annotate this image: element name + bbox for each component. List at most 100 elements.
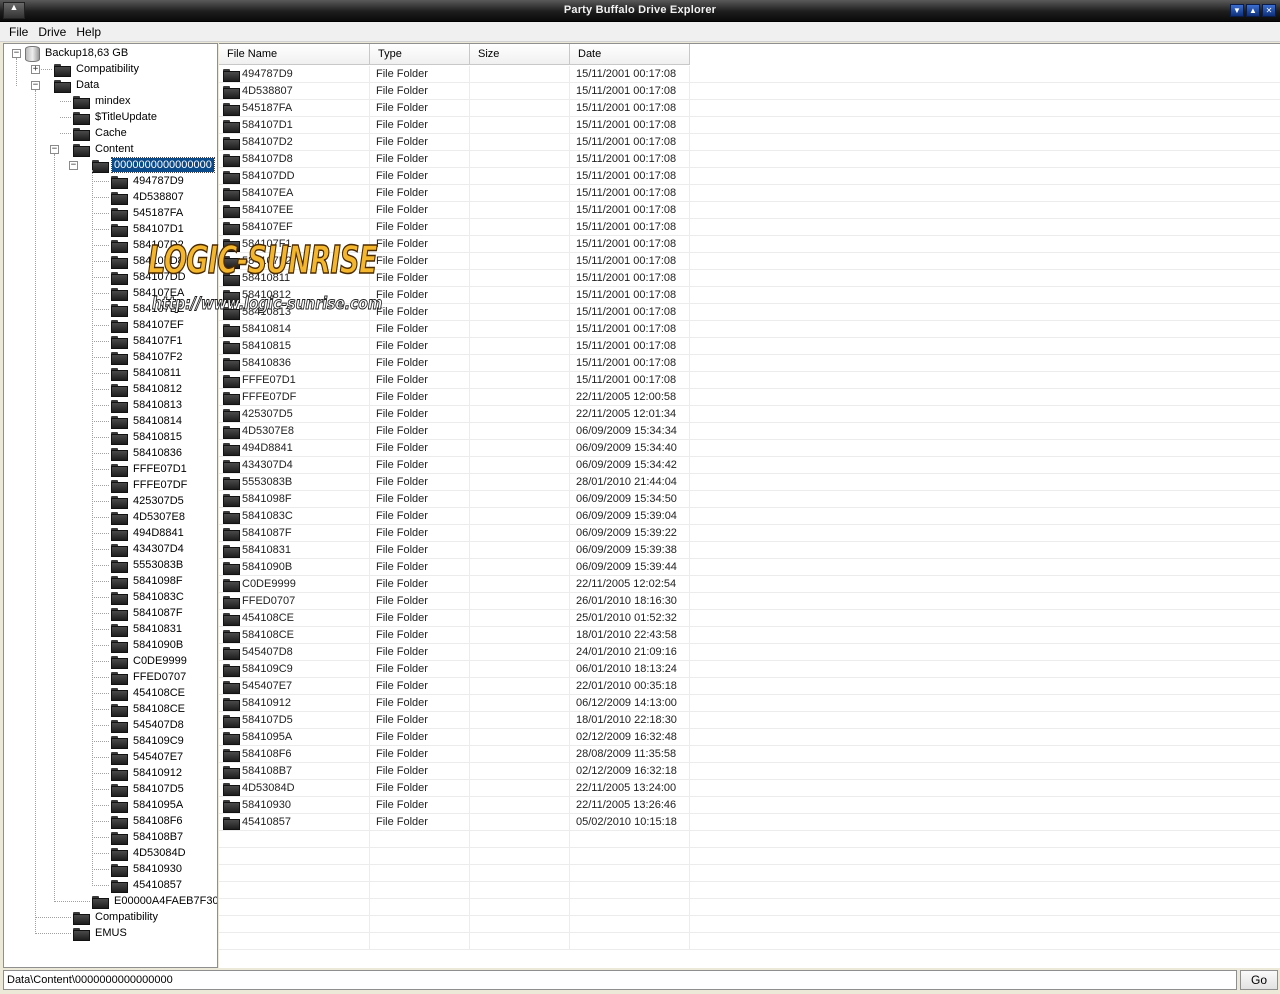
table-row[interactable]: 58410813 File Folder 15/11/2001 00:17:08 — [219, 304, 1280, 321]
tree-item-folder[interactable]: 545187FA — [111, 205, 185, 221]
path-input[interactable]: Data\Content\0000000000000000 — [3, 970, 1237, 990]
tree-item-drive[interactable]: Backup18,63 GB — [24, 45, 130, 62]
go-button[interactable]: Go — [1240, 970, 1278, 990]
tree-item-folder[interactable]: 584107D8 — [111, 253, 186, 269]
tree-item-folder[interactable]: 5841083C — [111, 589, 186, 605]
collapse-icon[interactable]: − — [31, 81, 40, 90]
collapse-icon[interactable]: − — [12, 49, 21, 58]
table-row[interactable]: 5841083C File Folder 06/09/2009 15:39:04 — [219, 508, 1280, 525]
tree-item-e00000a4faeb7f30[interactable]: E00000A4FAEB7F30 — [92, 893, 217, 909]
tree-item-folder[interactable]: 4D53084D — [111, 845, 188, 861]
tree-item-folder[interactable]: 4D5307E8 — [111, 509, 187, 525]
tree-item-folder[interactable]: C0DE9999 — [111, 653, 189, 669]
tree-item-folder[interactable]: 58410812 — [111, 381, 184, 397]
tree-item-folder[interactable]: 58410836 — [111, 445, 184, 461]
tree-item-folder[interactable]: 545407E7 — [111, 749, 185, 765]
tree-item-folder[interactable]: 584107EE — [111, 301, 186, 317]
table-row[interactable]: 494D8841 File Folder 06/09/2009 15:34:40 — [219, 440, 1280, 457]
collapse-icon[interactable]: − — [50, 145, 59, 154]
table-row[interactable]: 4D538807 File Folder 15/11/2001 00:17:08 — [219, 83, 1280, 100]
tree-item-compatibility[interactable]: Compatibility — [54, 61, 141, 77]
table-row[interactable]: FFED0707 File Folder 26/01/2010 18:16:30 — [219, 593, 1280, 610]
close-icon[interactable]: ✕ — [1262, 4, 1276, 17]
table-row[interactable]: 545407E7 File Folder 22/01/2010 00:35:18 — [219, 678, 1280, 695]
table-row[interactable]: 584107EF File Folder 15/11/2001 00:17:08 — [219, 219, 1280, 236]
table-row[interactable]: 584107D5 File Folder 18/01/2010 22:18:30 — [219, 712, 1280, 729]
table-row[interactable]: 584107EE File Folder 15/11/2001 00:17:08 — [219, 202, 1280, 219]
tree-item-folder[interactable]: 58410912 — [111, 765, 184, 781]
table-row[interactable]: 584108F6 File Folder 28/08/2009 11:35:58 — [219, 746, 1280, 763]
table-row[interactable]: 434307D4 File Folder 06/09/2009 15:34:42 — [219, 457, 1280, 474]
tree-item-compatibility-data[interactable]: Compatibility — [73, 909, 160, 925]
table-row[interactable]: 5553083B File Folder 28/01/2010 21:44:04 — [219, 474, 1280, 491]
table-row[interactable]: 584107F1 File Folder 15/11/2001 00:17:08 — [219, 236, 1280, 253]
table-row[interactable]: 5841098F File Folder 06/09/2009 15:34:50 — [219, 491, 1280, 508]
table-row[interactable]: 45410857 File Folder 05/02/2010 10:15:18 — [219, 814, 1280, 831]
tree-item-folder[interactable]: 5553083B — [111, 557, 185, 573]
tree-item-folder[interactable]: 584107F2 — [111, 349, 185, 365]
column-type[interactable]: Type — [370, 44, 470, 65]
table-row[interactable]: C0DE9999 File Folder 22/11/2005 12:02:54 — [219, 576, 1280, 593]
tree-item-folder[interactable]: 58410930 — [111, 861, 184, 877]
tree-item-folder[interactable]: 4D538807 — [111, 189, 186, 205]
table-row[interactable]: 58410912 File Folder 06/12/2009 14:13:00 — [219, 695, 1280, 712]
tree-item-folder[interactable]: 584107EF — [111, 317, 186, 333]
tree-item-folder[interactable]: 584107D1 — [111, 221, 186, 237]
table-row[interactable]: 584107D2 File Folder 15/11/2001 00:17:08 — [219, 134, 1280, 151]
table-row[interactable]: 58410815 File Folder 15/11/2001 00:17:08 — [219, 338, 1280, 355]
tree-item-content[interactable]: Content — [73, 141, 136, 157]
table-row[interactable]: 5841090B File Folder 06/09/2009 15:39:44 — [219, 559, 1280, 576]
table-row[interactable]: 4D5307E8 File Folder 06/09/2009 15:34:34 — [219, 423, 1280, 440]
table-row[interactable]: 584109C9 File Folder 06/01/2010 18:13:24 — [219, 661, 1280, 678]
tree-item-selected-title[interactable]: 0000000000000000 — [92, 157, 215, 173]
tree-item-folder[interactable]: 58410831 — [111, 621, 184, 637]
table-row[interactable]: 545407D8 File Folder 24/01/2010 21:09:16 — [219, 644, 1280, 661]
table-row[interactable]: 5841095A File Folder 02/12/2009 16:32:48 — [219, 729, 1280, 746]
tree-item-folder[interactable]: 584107D5 — [111, 781, 186, 797]
menu-drive[interactable]: Drive — [33, 25, 71, 39]
tree-item-folder[interactable]: 58410815 — [111, 429, 184, 445]
tree-item-folder[interactable]: 584107F1 — [111, 333, 185, 349]
menu-file[interactable]: File — [4, 25, 33, 39]
collapse-icon[interactable]: − — [69, 161, 78, 170]
expand-icon[interactable]: + — [31, 65, 40, 74]
tree-item-folder[interactable]: 584107EA — [111, 285, 186, 301]
table-row[interactable]: 494787D9 File Folder 15/11/2001 00:17:08 — [219, 66, 1280, 83]
tree-item-folder[interactable]: 45410857 — [111, 877, 184, 893]
tree-item-titleupdate[interactable]: $TitleUpdate — [73, 109, 159, 125]
tree-item-folder[interactable]: 494D8841 — [111, 525, 186, 541]
table-row[interactable]: 58410812 File Folder 15/11/2001 00:17:08 — [219, 287, 1280, 304]
table-row[interactable]: 584108CE File Folder 18/01/2010 22:43:58 — [219, 627, 1280, 644]
tree-item-folder[interactable]: 5841098F — [111, 573, 185, 589]
table-row[interactable]: FFFE07DF File Folder 22/11/2005 12:00:58 — [219, 389, 1280, 406]
table-row[interactable]: 4D53084D File Folder 22/11/2005 13:24:00 — [219, 780, 1280, 797]
tree-item-data[interactable]: Data — [54, 77, 101, 93]
table-row[interactable]: 58410930 File Folder 22/11/2005 13:26:46 — [219, 797, 1280, 814]
tree-item-folder[interactable]: 434307D4 — [111, 541, 186, 557]
table-row[interactable]: 584107DD File Folder 15/11/2001 00:17:08 — [219, 168, 1280, 185]
file-list[interactable]: File Name Type Size Date 494787D9 File Fo… — [219, 43, 1280, 968]
folder-tree[interactable]: Backup18,63 GB Compatibility Data mindex… — [3, 43, 218, 968]
tree-item-folder[interactable]: 454108CE — [111, 685, 187, 701]
tree-item-folder[interactable]: 584109C9 — [111, 733, 186, 749]
table-row[interactable]: 545187FA File Folder 15/11/2001 00:17:08 — [219, 100, 1280, 117]
tree-item-folder[interactable]: 584107D2 — [111, 237, 186, 253]
tree-item-folder[interactable]: 584108CE — [111, 701, 187, 717]
column-date[interactable]: Date — [570, 44, 690, 65]
table-row[interactable]: 454108CE File Folder 25/01/2010 01:52:32 — [219, 610, 1280, 627]
tree-item-folder[interactable]: 5841090B — [111, 637, 185, 653]
tree-item-folder[interactable]: 545407D8 — [111, 717, 186, 733]
maximize-icon[interactable]: ▲ — [1246, 4, 1260, 17]
table-row[interactable]: 58410814 File Folder 15/11/2001 00:17:08 — [219, 321, 1280, 338]
table-row[interactable]: 584107F2 File Folder 15/11/2001 00:17:08 — [219, 253, 1280, 270]
tree-item-folder[interactable]: 584108B7 — [111, 829, 185, 845]
table-row[interactable]: 584107D1 File Folder 15/11/2001 00:17:08 — [219, 117, 1280, 134]
table-row[interactable]: 584107EA File Folder 15/11/2001 00:17:08 — [219, 185, 1280, 202]
table-row[interactable]: 58410831 File Folder 06/09/2009 15:39:38 — [219, 542, 1280, 559]
column-file-name[interactable]: File Name — [219, 44, 370, 65]
tree-item-folder[interactable]: 425307D5 — [111, 493, 186, 509]
table-row[interactable]: 5841087F File Folder 06/09/2009 15:39:22 — [219, 525, 1280, 542]
table-row[interactable]: 58410811 File Folder 15/11/2001 00:17:08 — [219, 270, 1280, 287]
tree-item-folder[interactable]: 58410813 — [111, 397, 184, 413]
tree-item-folder[interactable]: 584107DD — [111, 269, 188, 285]
